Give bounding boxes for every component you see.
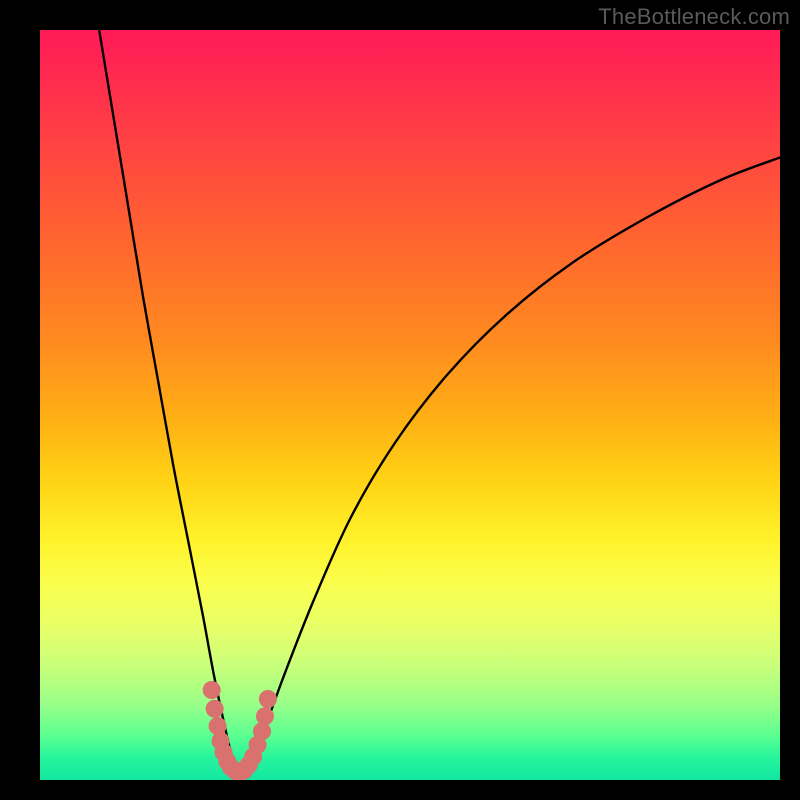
plot-area bbox=[40, 30, 780, 780]
marker-dot bbox=[206, 700, 224, 718]
watermark-text: TheBottleneck.com bbox=[598, 4, 790, 30]
marker-dot bbox=[203, 681, 221, 699]
marker-dot bbox=[209, 717, 227, 735]
marker-dot bbox=[259, 690, 277, 708]
marker-dot bbox=[256, 707, 274, 725]
marker-dot bbox=[253, 722, 271, 740]
chart-frame: TheBottleneck.com bbox=[0, 0, 800, 800]
highlighted-range-markers bbox=[40, 30, 780, 780]
